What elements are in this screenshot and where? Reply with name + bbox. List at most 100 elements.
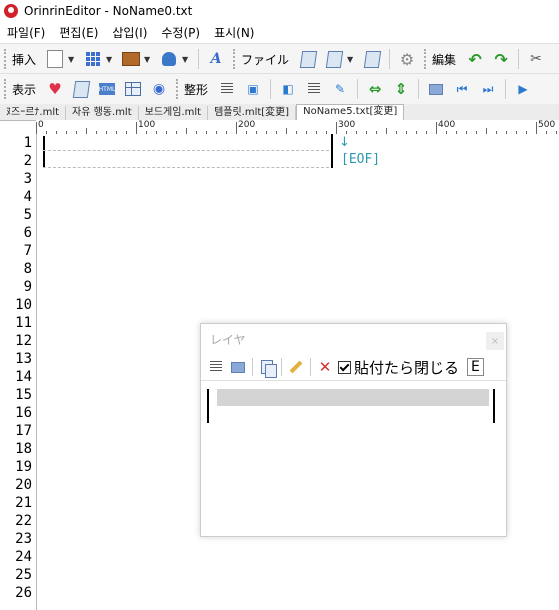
format-label: 整形 (184, 82, 209, 97)
line-number: 7 (23, 243, 32, 259)
tab-file-4[interactable]: 템플릿.mlt[変更] (208, 106, 297, 120)
edit-button[interactable] (286, 357, 306, 377)
print-button[interactable] (361, 48, 383, 70)
line-number: 1 (23, 135, 32, 151)
settings-button[interactable]: ⚙ (396, 48, 418, 70)
table-button[interactable] (122, 78, 144, 100)
open-file-button[interactable] (297, 48, 319, 70)
menu-file[interactable]: 파일(F) (0, 24, 52, 41)
delete-x-icon: ✕ (318, 358, 332, 376)
html-button[interactable]: HTML (96, 78, 118, 100)
cut-button[interactable]: ✂ (525, 48, 547, 70)
save-page-icon (325, 50, 343, 68)
chevron-down-icon[interactable]: ▼ (347, 55, 355, 64)
redo-button[interactable]: ↷ (490, 48, 512, 70)
close-button[interactable]: × (486, 332, 504, 350)
document-icon (47, 50, 64, 68)
justify-icon (308, 83, 321, 95)
person-icon (162, 52, 177, 66)
line-number: 15 (15, 387, 32, 403)
line-number-gutter: 1 2 3 4 5 6 7 8 9 10 11 12 13 14 15 16 1… (0, 134, 37, 610)
color-grid-button[interactable] (82, 48, 104, 70)
lines-icon (210, 361, 222, 373)
menu-insert[interactable]: 삽입(I) (105, 24, 154, 41)
chevron-down-icon[interactable]: ▼ (106, 55, 114, 64)
ruler-label: 500 (538, 120, 556, 130)
ruler-tick (36, 122, 37, 134)
new-document-button[interactable] (44, 48, 66, 70)
tab-file-2[interactable]: 자유 행동.mlt (66, 106, 139, 120)
arrow-vertical-icon: ⇕ (394, 80, 408, 98)
toolbar-separator (357, 79, 359, 99)
app-logo-icon (4, 4, 18, 18)
toolbar-grip[interactable] (4, 79, 9, 99)
html-icon: HTML (99, 83, 115, 95)
chevron-down-icon[interactable]: ▼ (68, 55, 76, 64)
tab-file-active[interactable]: NoName5.txt[変更] (296, 104, 405, 120)
toolbar-grip[interactable] (233, 49, 238, 69)
auto-format-button[interactable]: ✎ (329, 78, 351, 100)
toolbar-grip[interactable] (176, 79, 181, 99)
close-after-paste-checkbox[interactable]: 貼付たら閉じる (338, 357, 459, 378)
justify-button[interactable] (303, 78, 325, 100)
save-file-button[interactable] (323, 48, 345, 70)
tab-file-1[interactable]: ﾇ즈ｰ르ﾅ.mlt (0, 106, 67, 120)
layer-button[interactable] (425, 78, 447, 100)
line-number: 17 (15, 423, 32, 439)
align-lines-button[interactable] (216, 78, 238, 100)
line-number: 20 (15, 477, 32, 493)
frame-button[interactable]: ▣ (242, 78, 264, 100)
play-button[interactable]: ▶ (512, 78, 534, 100)
layer-panel-titlebar[interactable]: レイヤ × (201, 324, 506, 354)
layer-rect-button[interactable] (228, 357, 248, 377)
toolbar-grip[interactable] (424, 49, 429, 69)
layer-left-bar (207, 389, 209, 423)
insert-column-button[interactable]: ◧ (277, 78, 299, 100)
layer-lines-button[interactable] (206, 357, 226, 377)
shift-vertical-button[interactable]: ⇕ (390, 78, 412, 100)
box-button[interactable] (120, 48, 142, 70)
ruler-tick (236, 122, 237, 134)
preview-button[interactable]: ◉ (148, 78, 170, 100)
layer-content-area[interactable] (201, 381, 506, 531)
line-number: 25 (15, 567, 32, 583)
chevron-down-icon[interactable]: ▼ (144, 55, 152, 64)
view-label: 表示 (12, 82, 37, 97)
user-button[interactable] (158, 48, 180, 70)
line-number: 3 (23, 171, 32, 187)
layer-panel-title: レイヤ (210, 332, 246, 347)
line-number: 23 (15, 531, 32, 547)
menu-modify[interactable]: 수정(P) (154, 24, 207, 41)
arrow-horizontal-icon: ⇔ (368, 80, 382, 98)
delete-button[interactable]: ✕ (315, 357, 335, 377)
toolbar-main: 挿入 ▼ ▼ ▼ ▼ A ファイル ▼ ⚙ 編集 ↶ ↷ ✂ (0, 43, 559, 74)
chevron-down-icon[interactable]: ▼ (182, 55, 190, 64)
line-number: 10 (15, 297, 32, 313)
next-page-button[interactable]: ⏭ (477, 78, 499, 100)
line-number: 14 (15, 369, 32, 385)
copy-button[interactable] (257, 357, 277, 378)
right-margin-bar (331, 134, 333, 168)
layer-selection-row[interactable] (217, 389, 489, 406)
eof-marker: [EOF] (341, 152, 381, 167)
menu-bar: 파일(F) 편집(E) 삽입(I) 수정(P) 표시(N) (0, 22, 559, 42)
toolbar-separator (281, 358, 282, 376)
truncated-button[interactable]: E (467, 358, 484, 376)
menu-view[interactable]: 표시(N) (207, 24, 261, 41)
edit-image-button[interactable] (70, 78, 92, 100)
undo-icon: ↶ (468, 49, 482, 69)
circle-prev-icon: ⏮ (456, 81, 468, 96)
prev-page-button[interactable]: ⏮ (451, 78, 473, 100)
shift-horizontal-button[interactable]: ⇔ (364, 78, 386, 100)
line-number: 6 (23, 225, 32, 241)
font-button[interactable]: A (205, 48, 227, 70)
favorite-button[interactable]: ♥ (44, 78, 66, 100)
heart-icon: ♥ (48, 80, 62, 98)
table-icon (125, 82, 142, 96)
undo-button[interactable]: ↶ (464, 48, 486, 70)
toolbar-grip[interactable] (4, 49, 9, 69)
line-number: 16 (15, 405, 32, 421)
tab-file-3[interactable]: 보드게임.mlt (139, 106, 209, 120)
menu-edit[interactable]: 편집(E) (52, 24, 105, 41)
checkbox-icon[interactable] (338, 360, 351, 374)
